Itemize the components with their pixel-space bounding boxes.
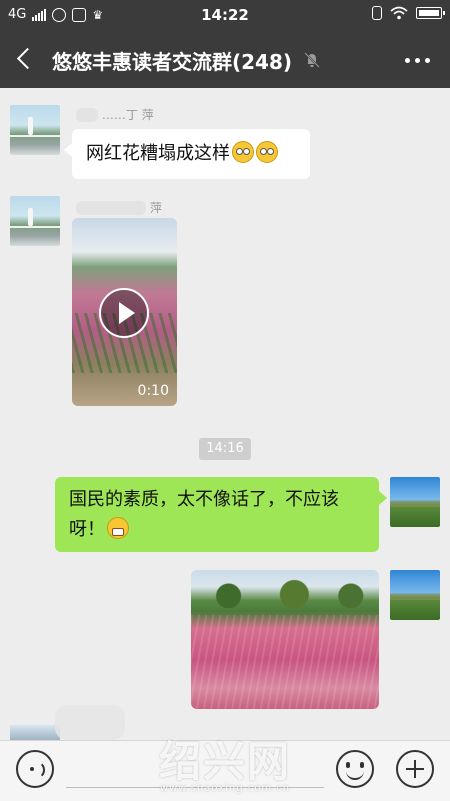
angry-emoji-icon [232,141,254,163]
avatar[interactable] [10,105,60,155]
message-bubble[interactable]: 网红花糟塌成这样 [64,129,310,179]
video-duration: 0:10 [137,383,169,399]
sender-name: ▇ 萍 [76,199,162,216]
wifi-icon [390,6,408,20]
watermark-logo: 绍兴网 [158,737,291,786]
status-bar: 4G ♛ 14:22 [0,0,450,30]
message-text: 网红花糟塌成这样 [86,143,230,164]
chat-header: 悠悠丰惠读者交流群(248) [0,30,450,88]
back-arrow-icon[interactable] [10,44,40,74]
message-text-line: 国民的素质，太不像话了，不应该 [69,489,339,510]
avatar[interactable] [10,196,60,246]
message-timestamp: 14:16 [199,438,251,460]
my-avatar[interactable] [390,570,440,620]
plus-icon[interactable] [396,750,434,788]
sender-name [55,705,125,740]
mute-icon [304,52,320,68]
grin-emoji-icon [107,517,129,539]
more-icon[interactable] [405,58,430,63]
vibrate-icon [372,6,382,20]
voice-icon[interactable] [16,750,54,788]
watermark: 绍兴网 www.shaoxing.com.cn [150,728,300,794]
message-bubble[interactable]: 国民的素质，太不像话了，不应该 呀！ [55,477,387,552]
sender-name: ▇ ……丁 萍 [76,106,154,123]
message-text-line: 呀！ [69,519,105,540]
emoji-icon[interactable] [336,750,374,788]
chat-title: 悠悠丰惠读者交流群(248) [52,50,293,74]
angry-emoji-icon [256,141,278,163]
avatar[interactable] [10,725,60,740]
watermark-url: www.shaoxing.com.cn [159,783,291,794]
image-message[interactable] [191,570,379,709]
video-message[interactable]: 0:10 [72,218,177,406]
my-avatar[interactable] [390,477,440,527]
battery-icon [416,7,445,19]
play-icon[interactable] [99,288,149,338]
